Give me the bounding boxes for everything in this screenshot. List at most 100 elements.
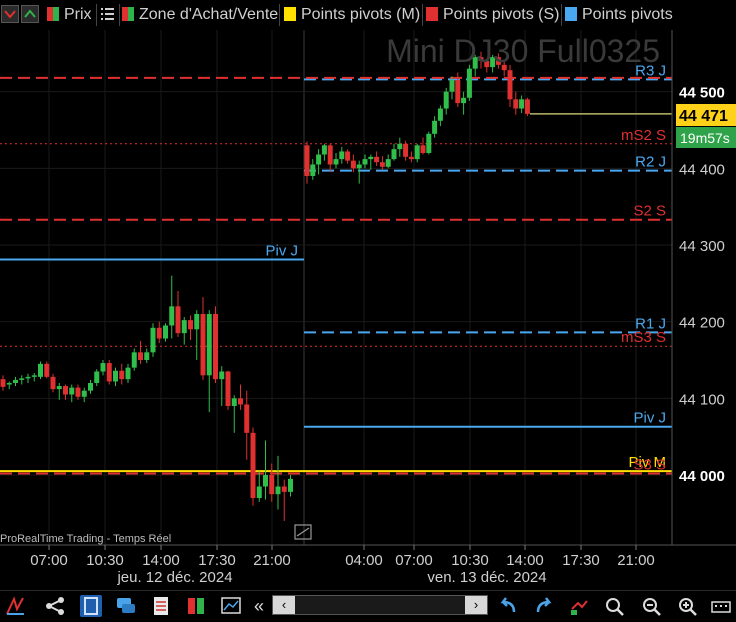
candle-body	[513, 99, 519, 109]
chart-title: Mini DJ30 Full0325	[386, 33, 660, 69]
date-label: ven. 13 déc. 2024	[427, 569, 546, 586]
share-icon[interactable]	[44, 595, 66, 617]
candle-body	[156, 327, 162, 339]
legend-pivots[interactable]: Points pivots	[565, 5, 673, 25]
pivots-swatch	[565, 7, 577, 21]
y-tick-label: 44 400	[679, 161, 725, 178]
drawing-tools-icon[interactable]	[4, 595, 26, 617]
candle-body	[449, 80, 455, 92]
date-label: jeu. 12 déc. 2024	[116, 569, 232, 586]
candle-body	[231, 398, 237, 406]
candle-body	[81, 390, 87, 397]
x-tick-label: 10:30	[86, 552, 124, 569]
scroll-right-button[interactable]: ›	[465, 596, 487, 614]
candle-body	[466, 68, 472, 98]
redo-icon[interactable]	[533, 595, 555, 617]
zoom-out-icon[interactable]	[640, 595, 662, 617]
candle	[466, 64, 472, 101]
candle-body	[31, 375, 37, 377]
zone-swatch	[122, 7, 134, 21]
candle-body	[269, 475, 275, 495]
candle-body	[200, 313, 206, 376]
level-label: R3 J	[635, 62, 666, 79]
legend-pivots-label: Points pivots	[582, 6, 673, 23]
candle-body	[333, 159, 339, 165]
candle-body	[75, 387, 81, 397]
candle-body	[131, 352, 137, 368]
x-tick-label: 07:00	[395, 552, 433, 569]
candle-body	[403, 143, 409, 157]
candle-body	[455, 80, 461, 104]
y-tick-label: 44 100	[679, 391, 725, 408]
chart-menu-icon[interactable]	[1, 5, 19, 23]
price-chart[interactable]: Mini DJ30 Full0325 ProRealTime Trading -…	[0, 0, 736, 590]
legend-pivots-m[interactable]: Points pivots (M)	[284, 5, 420, 25]
candle-body	[181, 320, 187, 334]
arrow-up-icon[interactable]	[21, 5, 39, 23]
candle-body	[244, 404, 250, 433]
candle	[150, 323, 156, 357]
level-label: S2 S	[633, 203, 666, 220]
candle-body	[339, 151, 345, 160]
candle-body	[56, 386, 62, 390]
candle-body	[144, 352, 150, 360]
candle-body	[88, 382, 93, 391]
candle	[213, 306, 218, 383]
horizontal-scrollbar[interactable]: ‹ ›	[272, 595, 488, 615]
legend-pivots-s[interactable]: Points pivots (S)	[426, 5, 559, 25]
level-label: Piv J	[265, 243, 298, 260]
x-tick-label: 07:00	[30, 552, 68, 569]
legend-prix-label: Prix	[64, 6, 92, 23]
legend-zone-label: Zone d'Achat/Vente	[139, 6, 279, 23]
list-icon[interactable]	[99, 5, 115, 25]
layout-icon[interactable]	[80, 595, 102, 617]
legend-pivots-m-label: Points pivots (M)	[301, 6, 421, 23]
x-tick-label: 04:00	[345, 552, 383, 569]
legend-zone[interactable]: Zone d'Achat/Vente	[122, 5, 278, 25]
candle-body	[100, 363, 106, 372]
y-tick-label: 44 500	[679, 85, 725, 102]
candle-body	[397, 143, 403, 150]
candle-body	[175, 306, 181, 334]
y-tick-label: 44 200	[679, 315, 725, 332]
zoom-fit-icon[interactable]	[603, 595, 625, 617]
x-tick-label: 17:30	[198, 552, 236, 569]
legend-prix[interactable]: Prix	[47, 5, 92, 25]
swap-icon[interactable]	[568, 595, 590, 617]
candle-body	[63, 386, 68, 395]
candle-body	[113, 370, 118, 382]
candle-body	[368, 156, 374, 160]
candle-body	[225, 371, 231, 406]
candle-body	[437, 108, 443, 121]
keyboard-icon[interactable]	[710, 595, 732, 617]
collapse-left-icon[interactable]: «	[248, 595, 270, 617]
candle	[250, 427, 256, 506]
candle-body	[19, 378, 25, 380]
candle	[38, 361, 43, 380]
document-icon[interactable]	[150, 595, 172, 617]
candle-body	[275, 486, 281, 495]
candle-body	[379, 162, 385, 167]
candle-body	[6, 382, 12, 385]
candle-body	[362, 159, 368, 165]
zoom-in-icon[interactable]	[676, 595, 698, 617]
candle-body	[213, 313, 218, 380]
candle-body	[426, 133, 432, 153]
candle-body	[414, 145, 420, 160]
x-tick-label: 21:00	[617, 552, 655, 569]
candle-body	[194, 313, 200, 330]
candle	[106, 359, 112, 385]
candle-body	[304, 145, 310, 176]
scroll-left-button[interactable]: ‹	[273, 596, 295, 614]
candle-body	[288, 478, 293, 492]
candle	[524, 97, 530, 117]
chat-icon[interactable]	[115, 595, 137, 617]
candle-body	[250, 432, 256, 499]
candle-body	[94, 371, 100, 383]
last-price-badge: 44 471 19m57s	[676, 104, 736, 148]
chart-window-icon[interactable]	[220, 595, 242, 617]
x-tick-label: 14:00	[506, 552, 544, 569]
candle-body	[50, 376, 56, 390]
undo-icon[interactable]	[497, 595, 519, 617]
order-book-icon[interactable]	[185, 595, 207, 617]
